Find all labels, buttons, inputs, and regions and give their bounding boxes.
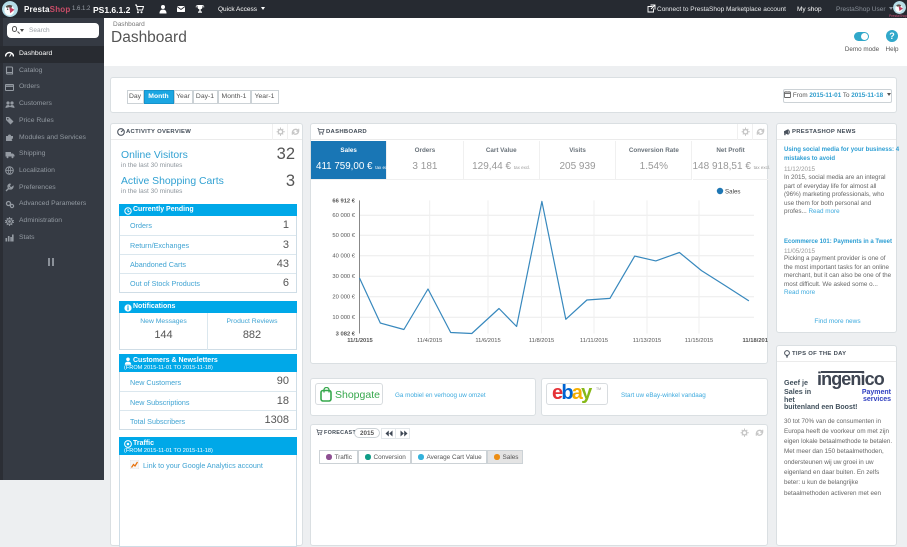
svg-text:30 000 €: 30 000 € (332, 274, 355, 280)
svg-text:50 000 €: 50 000 € (332, 233, 355, 239)
svg-text:11/11/2015: 11/11/2015 (580, 338, 608, 344)
svg-text:66 912 €: 66 912 € (332, 198, 355, 204)
svg-text:40 000 €: 40 000 € (332, 254, 355, 260)
svg-text:11/4/2015: 11/4/2015 (417, 338, 442, 344)
svg-text:3 082 €: 3 082 € (336, 332, 356, 338)
svg-text:11/1/2015: 11/1/2015 (347, 338, 373, 344)
svg-text:11/18/201: 11/18/201 (743, 338, 769, 344)
svg-text:11/8/2015: 11/8/2015 (529, 338, 554, 344)
svg-text:11/13/2015: 11/13/2015 (633, 338, 662, 344)
svg-text:11/6/2015: 11/6/2015 (475, 338, 500, 344)
svg-text:10 000 €: 10 000 € (332, 315, 355, 321)
svg-text:20 000 €: 20 000 € (332, 295, 355, 301)
svg-text:11/15/2015: 11/15/2015 (685, 338, 714, 344)
svg-text:Sales: Sales (725, 189, 740, 196)
svg-text:60 000 €: 60 000 € (332, 213, 355, 219)
